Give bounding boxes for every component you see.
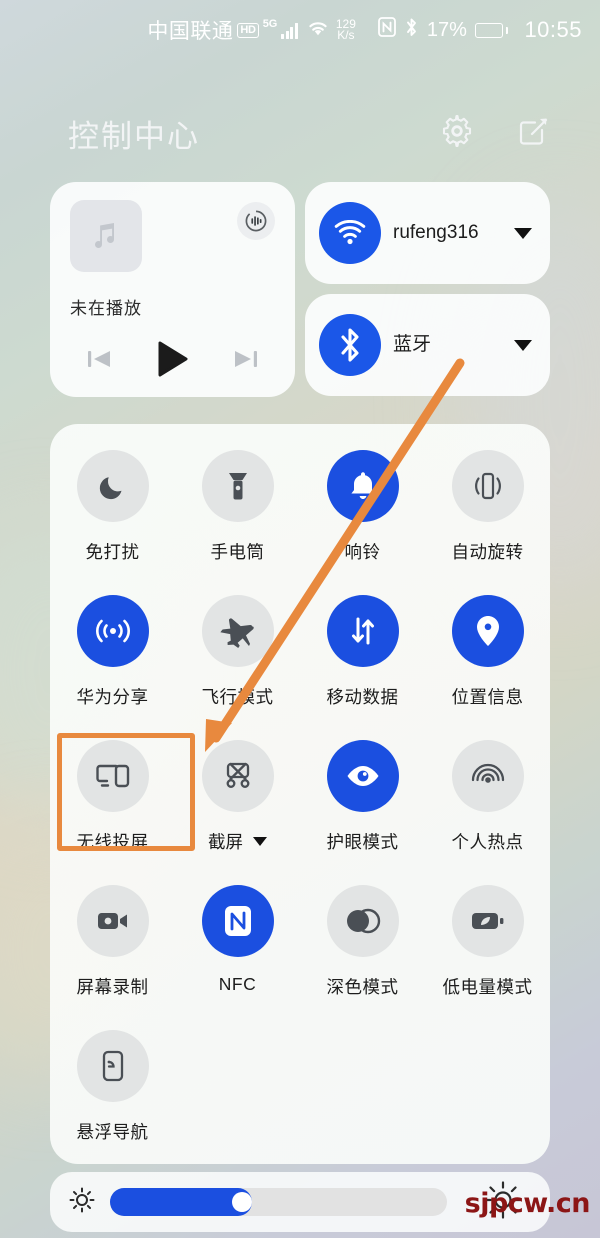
toggle-huawei-share[interactable]: 华为分享 (50, 595, 175, 740)
network-type-label: 5G (262, 18, 278, 30)
hotspot-icon[interactable] (451, 740, 524, 812)
data-speed-unit: K/s (337, 28, 355, 42)
brightness-low-icon (68, 1186, 96, 1219)
mobile-data-icon[interactable] (326, 595, 399, 667)
audio-output-icon[interactable] (237, 202, 275, 240)
floating-nav-icon[interactable] (76, 1030, 149, 1102)
toggle-ring[interactable]: 响铃 (300, 450, 425, 595)
toggle-eye-comfort[interactable]: 护眼模式 (300, 740, 425, 885)
chevron-down-icon[interactable] (253, 837, 267, 846)
header-actions (440, 113, 552, 154)
wifi-toggle-button[interactable] (319, 202, 381, 264)
toggle-label: 华为分享 (76, 687, 149, 707)
toggle-nfc[interactable]: NFC (175, 885, 300, 1030)
status-right-group: 17% 10:55 (378, 17, 582, 44)
nfc-icon[interactable] (201, 885, 274, 957)
edit-icon[interactable] (516, 113, 552, 154)
toggle-label: 免打扰 (85, 542, 140, 562)
bell-icon[interactable] (326, 450, 399, 522)
brightness-slider[interactable] (110, 1188, 447, 1216)
toggle-flashlight[interactable]: 手电筒 (175, 450, 300, 595)
dark-mode-icon[interactable] (326, 885, 399, 957)
status-left-group: 中国联通 HD 5G 129 K/s (147, 15, 356, 45)
wifi-ssid-label: rufeng316 (393, 222, 479, 243)
toggle-label-row: 截屏 (208, 829, 267, 854)
next-track-icon[interactable] (231, 346, 261, 377)
toggle-screen-record[interactable]: 屏幕录制 (50, 885, 175, 1030)
toggle-dark-mode[interactable]: 深色模式 (300, 885, 425, 1030)
previous-track-icon[interactable] (84, 346, 114, 377)
toggle-label: 深色模式 (326, 977, 399, 997)
screenshot-icon[interactable] (201, 740, 274, 812)
toggle-label: 响铃 (344, 542, 381, 562)
clock-label: 10:55 (524, 17, 582, 42)
toggle-label: 护眼模式 (326, 832, 399, 852)
connectivity-column: rufeng316 蓝牙 (305, 182, 550, 397)
toggle-label: 手电筒 (210, 542, 265, 562)
toggle-label: NFC (218, 974, 257, 994)
toggle-mobile-data[interactable]: 移动数据 (300, 595, 425, 740)
bluetooth-label: 蓝牙 (393, 334, 432, 355)
toggle-label: 个人热点 (451, 832, 524, 852)
carrier-label: 中国联通 (147, 19, 234, 43)
media-thumbnail (70, 200, 142, 272)
screen-record-icon[interactable] (76, 885, 149, 957)
wifi-status-icon (306, 18, 330, 43)
top-cards-row: 未在播放 rufeng316 蓝牙 (50, 182, 550, 397)
bluetooth-toggle-button[interactable] (319, 314, 381, 376)
data-speed-indicator: 129 K/s (336, 18, 356, 42)
slider-thumb[interactable] (231, 1192, 252, 1212)
toggle-airplane[interactable]: 飞行模式 (175, 595, 300, 740)
music-note-icon (95, 223, 114, 248)
toggle-label: 截屏 (208, 832, 243, 852)
moon-icon[interactable] (76, 450, 149, 522)
battery-percent-label: 17% (426, 18, 467, 41)
media-controls (50, 340, 295, 383)
toggle-floating-nav[interactable]: 悬浮导航 (50, 1030, 175, 1175)
toggle-hotspot[interactable]: 个人热点 (425, 740, 550, 885)
toggle-dnd[interactable]: 免打扰 (50, 450, 175, 595)
toggle-label: 自动旋转 (451, 542, 524, 562)
status-bar: 中国联通 HD 5G 129 K/s 17% 10:55 (0, 0, 600, 60)
toggle-location[interactable]: 位置信息 (425, 595, 550, 740)
annotation-highlight-box (57, 733, 195, 851)
gear-icon[interactable] (440, 114, 474, 153)
hd-badge: HD (237, 22, 259, 38)
chevron-down-icon[interactable] (514, 339, 532, 351)
wifi-card[interactable]: rufeng316 (305, 182, 550, 284)
toggle-battery-saver[interactable]: 低电量模式 (425, 885, 550, 1030)
play-icon[interactable] (154, 340, 190, 383)
auto-rotate-icon[interactable] (451, 450, 524, 522)
battery-icon (474, 22, 509, 38)
huawei-share-icon[interactable] (76, 595, 149, 667)
battery-saver-icon[interactable] (451, 885, 524, 957)
chevron-down-icon[interactable] (514, 227, 532, 239)
bluetooth-icon (404, 17, 419, 44)
control-center-header: 控制中心 (0, 98, 600, 168)
toggle-label: 低电量模式 (442, 977, 533, 997)
flashlight-icon[interactable] (201, 450, 274, 522)
wifi-icon (334, 219, 366, 244)
toggle-label: 飞行模式 (201, 687, 274, 707)
toggle-label: 屏幕录制 (76, 977, 149, 997)
bluetooth-icon (341, 328, 359, 362)
nfc-icon (378, 17, 396, 43)
toggle-label: 悬浮导航 (76, 1122, 149, 1142)
bluetooth-card[interactable]: 蓝牙 (305, 294, 550, 396)
slider-fill (110, 1188, 252, 1216)
eye-comfort-icon[interactable] (326, 740, 399, 812)
toggle-label: 位置信息 (451, 687, 524, 707)
toggle-auto-rotate[interactable]: 自动旋转 (425, 450, 550, 595)
toggle-label: 移动数据 (326, 687, 399, 707)
media-player-card[interactable]: 未在播放 (50, 182, 295, 397)
page-title: 控制中心 (68, 118, 200, 154)
signal-bars-icon (281, 22, 298, 39)
location-pin-icon[interactable] (451, 595, 524, 667)
media-status-label: 未在播放 (70, 299, 142, 318)
watermark-label: sjpcw.cn (464, 1188, 591, 1219)
airplane-icon[interactable] (201, 595, 274, 667)
